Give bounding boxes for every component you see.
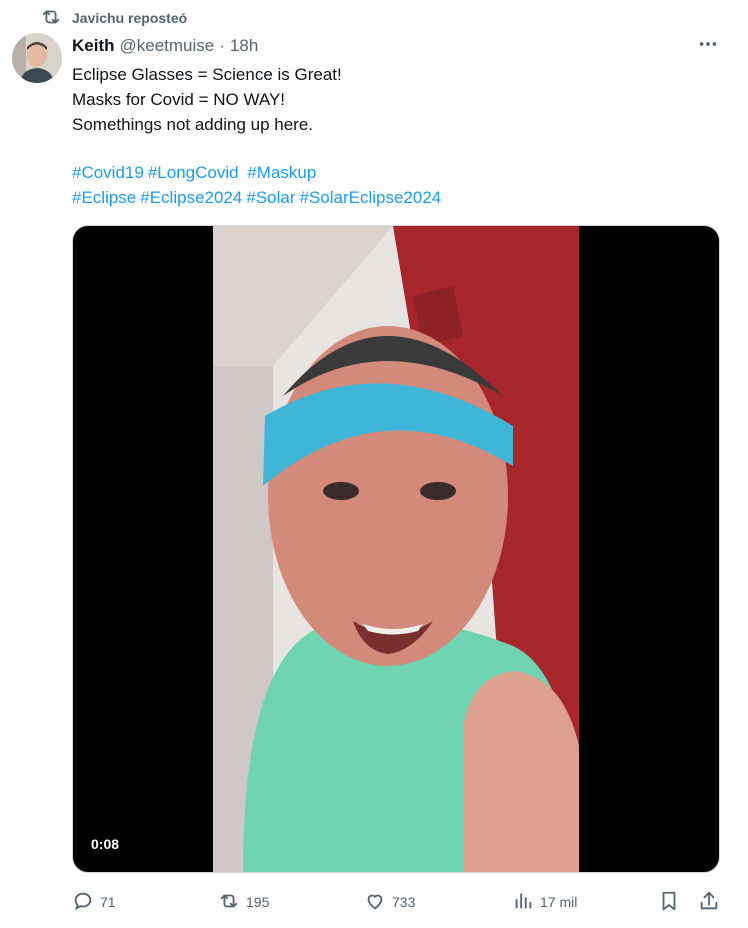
hashtag-line: #Eclipse #Eclipse2024 #Solar #SolarEclipse2…	[72, 185, 445, 210]
reply-count: 71	[100, 894, 116, 910]
hashtag-link[interactable]: #Eclipse	[72, 188, 136, 207]
post-text-line: Somethings not adding up here.	[72, 115, 314, 134]
post-header: Keith @keetmuise · 18h	[72, 34, 258, 58]
video-duration: 0:08	[85, 834, 126, 854]
repost-context[interactable]: Javichu reposteó	[40, 6, 187, 30]
post-text: Eclipse Glasses = Science is Great! Mask…	[72, 62, 712, 137]
like-button[interactable]: 733	[364, 888, 415, 916]
hashtag-link[interactable]: #Covid19	[72, 163, 144, 182]
reply-icon	[72, 890, 94, 915]
hashtag-link[interactable]: #Eclipse2024	[140, 188, 242, 207]
like-count: 733	[392, 894, 416, 910]
hashtag-link[interactable]: #SolarEclipse2024	[299, 188, 441, 207]
reply-button[interactable]: 71	[72, 888, 116, 916]
views-count: 17 mil	[540, 894, 578, 910]
action-bar: 71 195 733 17 mil	[72, 888, 722, 916]
more-icon	[697, 33, 719, 60]
hashtag-link[interactable]: #Solar	[246, 188, 295, 207]
bookmark-button[interactable]	[658, 888, 680, 916]
views-icon	[512, 890, 534, 915]
post-time[interactable]: 18h	[230, 36, 258, 56]
display-name[interactable]: Keith	[72, 36, 115, 56]
post-text-line: Masks for Covid = NO WAY!	[72, 90, 286, 109]
hashtag-link[interactable]: #LongCovid	[148, 163, 239, 182]
repost-label: Javichu reposteó	[72, 10, 188, 26]
avatar[interactable]	[12, 33, 62, 83]
repost-icon	[40, 6, 62, 31]
repost-icon	[218, 890, 240, 915]
repost-button[interactable]: 195	[218, 888, 269, 916]
video-frame	[213, 226, 579, 872]
hashtag-link[interactable]: #Maskup	[243, 163, 316, 182]
repost-count: 195	[246, 894, 270, 910]
user-handle[interactable]: @keetmuise	[120, 36, 215, 56]
separator-dot: ·	[219, 36, 225, 55]
heart-icon	[364, 890, 386, 915]
share-icon	[698, 890, 720, 915]
hashtags: #Covid19 #LongCovid #Maskup #Eclipse #Ecli…	[72, 160, 445, 210]
views-button[interactable]: 17 mil	[512, 888, 577, 916]
share-button[interactable]	[698, 888, 720, 916]
post-text-line: Eclipse Glasses = Science is Great!	[72, 65, 342, 84]
more-options-button[interactable]	[694, 34, 722, 58]
hashtag-line: #Covid19 #LongCovid #Maskup	[72, 160, 445, 185]
video-player[interactable]: 0:08	[72, 225, 720, 873]
bookmark-icon	[658, 890, 680, 915]
tweet[interactable]: Javichu reposteó Keith @keetmuise · 18h …	[0, 0, 748, 928]
